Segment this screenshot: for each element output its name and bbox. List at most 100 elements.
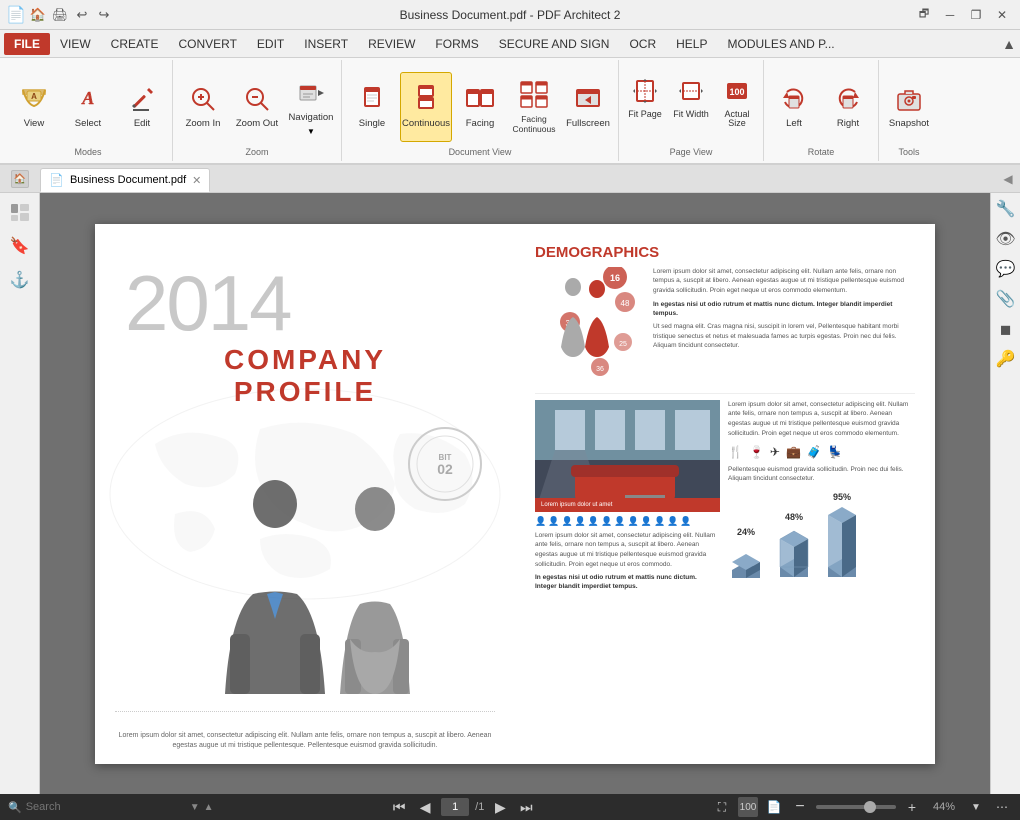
zoom-thumb[interactable] [864, 801, 876, 813]
single-button[interactable]: Single [346, 72, 398, 142]
company-profile-title: COMPANY PROFILE [125, 344, 485, 408]
next-page-button[interactable]: ▶ [490, 797, 510, 817]
minimize-button[interactable]: ─ [940, 7, 960, 23]
redo-icon[interactable]: ↪ [96, 7, 112, 23]
snapshot-svg [894, 84, 924, 114]
right-tool-paperclip[interactable]: 📎 [994, 287, 1018, 311]
facing-svg [465, 84, 495, 114]
tab-close-icon[interactable]: ✕ [192, 174, 201, 187]
fullscreen-button[interactable]: Fullscreen [562, 72, 614, 142]
home-icon[interactable]: 🏠 [30, 7, 46, 23]
menu-forms[interactable]: FORMS [425, 33, 488, 55]
zoom-in-status-button[interactable]: + [902, 797, 922, 817]
menu-help[interactable]: HELP [666, 33, 717, 55]
zoom-slider[interactable] [816, 805, 896, 809]
bit-badge: BIT 02 [405, 424, 485, 504]
prev-page-button[interactable]: ◀ [415, 797, 435, 817]
tools-label: Tools [898, 147, 919, 159]
document-tab[interactable]: 📄 Business Document.pdf ✕ [40, 168, 210, 192]
edit-button[interactable]: Edit [116, 72, 168, 142]
fit-width-label: Fit Width [673, 110, 709, 120]
right-tool-wrench[interactable]: 🔧 [994, 197, 1018, 221]
undo-icon[interactable]: ↩ [74, 7, 90, 23]
fit-page-button[interactable]: Fit Page [623, 73, 667, 141]
svg-text:25: 25 [619, 341, 627, 348]
navigation-label: Navigation [289, 112, 334, 123]
title-bar-window-controls: 🗗 ─ ❐ ✕ [914, 7, 1012, 23]
fit-width-button[interactable]: Fit Width [669, 73, 713, 141]
person-icon-7: 👤 [614, 516, 625, 527]
tab-panel-right[interactable]: ◀ [996, 165, 1020, 193]
actual-size-label: Actual Size [717, 110, 757, 130]
right-tool-key[interactable]: 🔑 [994, 347, 1018, 371]
toolbar-group-zoom: Zoom In Zoom Out [173, 60, 342, 161]
help-icon[interactable]: 🗗 [914, 7, 934, 23]
sidebar-bookmark-icon[interactable]: 🔖 [5, 231, 35, 261]
tab-nav-left-button[interactable]: 🏠 [11, 170, 29, 188]
page-number-input[interactable] [441, 798, 469, 816]
bar-95: 95% [824, 492, 860, 580]
close-button[interactable]: ✕ [992, 7, 1012, 23]
menu-review[interactable]: REVIEW [358, 33, 425, 55]
zoom-dropdown-arrow[interactable]: ▼ [966, 797, 986, 817]
maximize-button[interactable]: ❐ [966, 7, 986, 23]
menu-insert[interactable]: INSERT [294, 33, 358, 55]
person-icon-6: 👤 [601, 516, 612, 527]
menu-secure[interactable]: SECURE AND SIGN [489, 33, 620, 55]
rotate-right-button[interactable]: Right [822, 72, 874, 142]
svg-text:48: 48 [621, 299, 630, 308]
menu-edit[interactable]: EDIT [247, 33, 294, 55]
collapse-ribbon-icon[interactable]: ▲ [1002, 36, 1016, 52]
actual-size-button[interactable]: 100 Actual Size [715, 73, 759, 141]
print-icon[interactable]: 🖨 [52, 7, 68, 23]
luggage-icon: 🧳 [807, 445, 822, 459]
continuous-label: Continuous [402, 118, 450, 129]
first-page-button[interactable]: ⏮ [389, 797, 409, 817]
select-button[interactable]: A A Select [62, 72, 114, 142]
fit-window-icon[interactable]: ⛶ [712, 797, 732, 817]
facing-continuous-button[interactable]: FacingContinuous [508, 72, 560, 142]
zoom-in-button[interactable]: Zoom In [177, 72, 229, 142]
bar-24: 24% [728, 527, 764, 580]
right-tool-layers[interactable]: ◼ [994, 317, 1018, 341]
snapshot-button[interactable]: Snapshot [883, 72, 935, 142]
rotate-buttons: Left Right [768, 62, 874, 147]
zoom-out-status-button[interactable]: − [790, 797, 810, 817]
continuous-button[interactable]: Continuous [400, 72, 452, 142]
right-tool-comment[interactable]: 💬 [994, 257, 1018, 281]
briefcase-icon: 💼 [786, 445, 801, 459]
right-tool-binoculars[interactable]: 👁 [994, 227, 1018, 251]
last-page-button[interactable]: ⏭ [516, 797, 536, 817]
menu-file[interactable]: FILE [4, 33, 50, 55]
menu-view[interactable]: VIEW [50, 33, 101, 55]
actual-size-status-icon[interactable]: 100 [738, 797, 758, 817]
facing-continuous-icon [518, 79, 550, 111]
sidebar-anchor-icon[interactable]: ⚓ [5, 265, 35, 295]
zoom-out-svg [242, 84, 272, 114]
search-up-arrow[interactable]: ▲ [204, 802, 214, 813]
select-icon: A A [72, 83, 104, 115]
zoom-level-display: 44% [928, 801, 960, 813]
status-more-icon[interactable]: ⋯ [992, 797, 1012, 817]
menu-modules[interactable]: MODULES AND P... [717, 33, 844, 55]
menu-create[interactable]: CREATE [101, 33, 169, 55]
menu-bar: FILE VIEW CREATE CONVERT EDIT INSERT REV… [0, 30, 1020, 58]
search-down-arrow[interactable]: ▼ [190, 802, 200, 813]
zoom-out-button[interactable]: Zoom Out [231, 72, 283, 142]
status-search-area: 🔍 ▼ ▲ [8, 801, 214, 814]
menu-convert[interactable]: CONVERT [168, 33, 246, 55]
single-page-status-icon[interactable]: 📄 [764, 797, 784, 817]
view-button[interactable]: A View [8, 72, 60, 142]
tab-nav-left: 🏠 [0, 165, 40, 193]
pdf-page-right: DEMOGRAPHICS 16 48 [515, 224, 935, 764]
demographics-title: DEMOGRAPHICS [535, 244, 915, 261]
rotate-left-button[interactable]: Left [768, 72, 820, 142]
actual-size-svg: 100 [723, 77, 751, 105]
navigation-button[interactable]: Navigation ▼ [285, 72, 337, 142]
sidebar-thumbnail-icon[interactable] [5, 197, 35, 227]
bold-text-2: In egestas nisi ut odio rutrum et mattis… [535, 573, 720, 591]
plane-icon: ✈ [770, 445, 780, 459]
search-input[interactable] [26, 801, 186, 813]
menu-ocr[interactable]: OCR [619, 33, 666, 55]
facing-button[interactable]: Facing [454, 72, 506, 142]
